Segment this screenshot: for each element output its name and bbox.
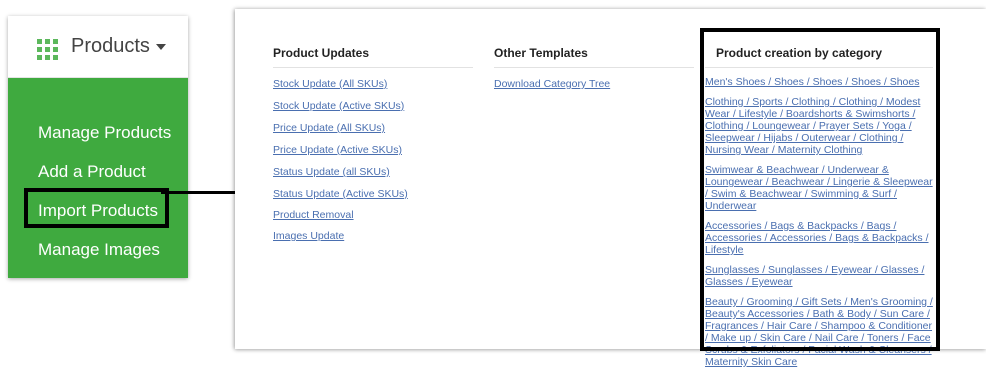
status-update-all-link[interactable]: Status Update (all SKUs) (273, 166, 390, 178)
import-templates-panel: Product Updates Stock Update (All SKUs) … (235, 9, 986, 368)
category-link-beauty[interactable]: Beauty / Grooming / Gift Sets / Men's Gr… (705, 296, 933, 368)
product-removal-link[interactable]: Product Removal (273, 209, 354, 221)
product-creation-heading: Product creation by category (716, 46, 883, 60)
products-menu-title[interactable]: Products (71, 35, 166, 58)
category-link-swimwear[interactable]: Swimwear & Beachwear / Underwear & Loung… (705, 164, 933, 212)
category-link-accessories[interactable]: Accessories / Bags & Backpacks / Bags / … (705, 220, 933, 256)
chevron-down-icon (155, 43, 166, 50)
products-menu-header[interactable]: Products (8, 16, 188, 78)
menu-item-add-product[interactable]: Add a Product (38, 162, 146, 182)
category-link-shoes[interactable]: Men's Shoes / Shoes / Shoes / Shoes / Sh… (705, 76, 933, 88)
price-update-all-link[interactable]: Price Update (All SKUs) (273, 122, 385, 134)
stock-update-all-link[interactable]: Stock Update (All SKUs) (273, 78, 387, 90)
category-link-clothing[interactable]: Clothing / Sports / Clothing / Clothing … (705, 96, 933, 156)
products-menu-label: Products (71, 35, 150, 57)
download-category-tree-link[interactable]: Download Category Tree (494, 78, 610, 90)
import-products-highlight (24, 188, 169, 228)
divider (494, 67, 694, 68)
divider (273, 67, 473, 68)
products-menu-items: Manage Products Add a Product Import Pro… (8, 78, 188, 278)
category-link-sunglasses[interactable]: Sunglasses / Sunglasses / Eyewear / Glas… (705, 264, 933, 288)
price-update-active-link[interactable]: Price Update (Active SKUs) (273, 144, 402, 156)
stock-update-active-link[interactable]: Stock Update (Active SKUs) (273, 100, 404, 112)
product-updates-heading: Product Updates (273, 46, 370, 60)
products-menu: Products Manage Products Add a Product I… (8, 16, 188, 278)
menu-item-manage-images[interactable]: Manage Images (38, 240, 160, 260)
grid-icon (37, 39, 58, 60)
menu-item-manage-products[interactable]: Manage Products (38, 123, 171, 143)
other-templates-heading: Other Templates (494, 46, 588, 60)
status-update-active-link[interactable]: Status Update (Active SKUs) (273, 188, 408, 200)
divider (705, 67, 933, 68)
product-creation-column: Men's Shoes / Shoes / Shoes / Shoes / Sh… (705, 76, 933, 376)
images-update-link[interactable]: Images Update (273, 230, 344, 242)
